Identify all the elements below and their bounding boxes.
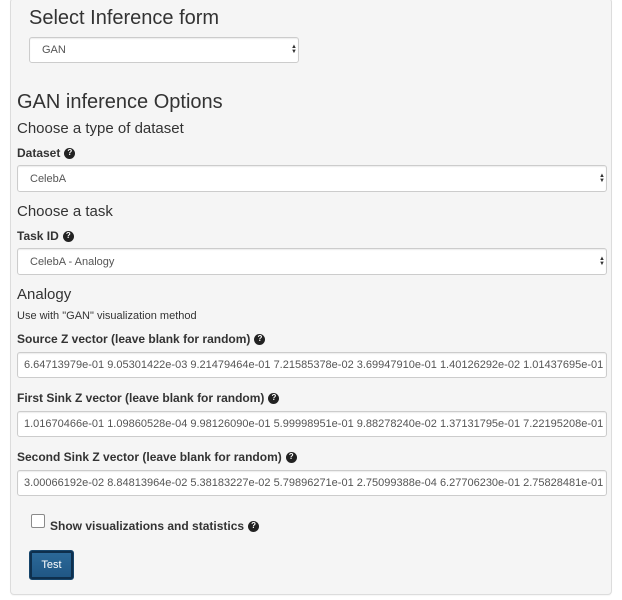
test-button[interactable]: Test (29, 550, 74, 580)
task-select[interactable]: CelebA - Analogy ▲ ▼ (17, 248, 607, 275)
select-form-title: Select Inference form (29, 7, 220, 29)
select-caret-icon: ▲ ▼ (599, 172, 605, 184)
select-caret-icon: ▲ ▼ (291, 44, 297, 55)
task-value: CelebA - Analogy (30, 255, 115, 268)
dataset-select[interactable]: CelebA ▲ ▼ (17, 165, 607, 192)
dataset-label: Dataset ? (17, 146, 76, 160)
dataset-heading: Choose a type of dataset (17, 120, 184, 137)
first-sink-label: First Sink Z vector (leave blank for ran… (17, 391, 280, 405)
question-circle-icon: ? (64, 147, 76, 159)
second-sink-input[interactable]: 3.00066192e-02 8.84813964e-02 5.38183227… (17, 470, 607, 496)
first-sink-input[interactable]: 1.01670466e-01 1.09860528e-04 9.98126090… (17, 411, 607, 437)
source-vector-input[interactable]: 6.64713979e-01 9.05301422e-03 9.21479464… (17, 352, 607, 378)
first-sink-label-text: First Sink Z vector (leave blank for ran… (17, 391, 265, 405)
second-sink-label-text: Second Sink Z vector (leave blank for ra… (17, 450, 282, 464)
show-stats-label-text: Show visualizations and statistics (50, 519, 245, 533)
second-sink-label: Second Sink Z vector (leave blank for ra… (17, 450, 297, 464)
task-heading: Choose a task (17, 203, 113, 220)
analogy-heading: Analogy (17, 286, 72, 303)
source-vector-label: Source Z vector (leave blank for random)… (17, 332, 266, 346)
question-circle-icon: ? (248, 520, 260, 532)
inference-form-value: GAN (42, 44, 66, 56)
question-circle-icon: ? (285, 451, 297, 463)
dataset-label-text: Dataset (17, 146, 61, 160)
question-circle-icon: ? (62, 230, 74, 242)
analogy-help-text: Use with "GAN" visualization method (17, 310, 197, 322)
task-label: Task ID ? (17, 229, 74, 243)
source-vector-label-text: Source Z vector (leave blank for random) (17, 332, 251, 346)
inference-form-select[interactable]: GAN ▲ ▼ (29, 37, 299, 63)
task-label-text: Task ID (17, 229, 59, 243)
inference-form-panel (10, 0, 612, 595)
question-circle-icon: ? (268, 392, 280, 404)
dataset-value: CelebA (30, 172, 67, 185)
show-stats-label: Show visualizations and statistics ? (50, 519, 260, 533)
options-title: GAN inference Options (17, 91, 223, 113)
question-circle-icon: ? (254, 333, 266, 345)
show-stats-checkbox[interactable] (31, 514, 45, 528)
test-button-label: Test (41, 559, 62, 571)
select-caret-icon: ▲ ▼ (599, 255, 605, 267)
